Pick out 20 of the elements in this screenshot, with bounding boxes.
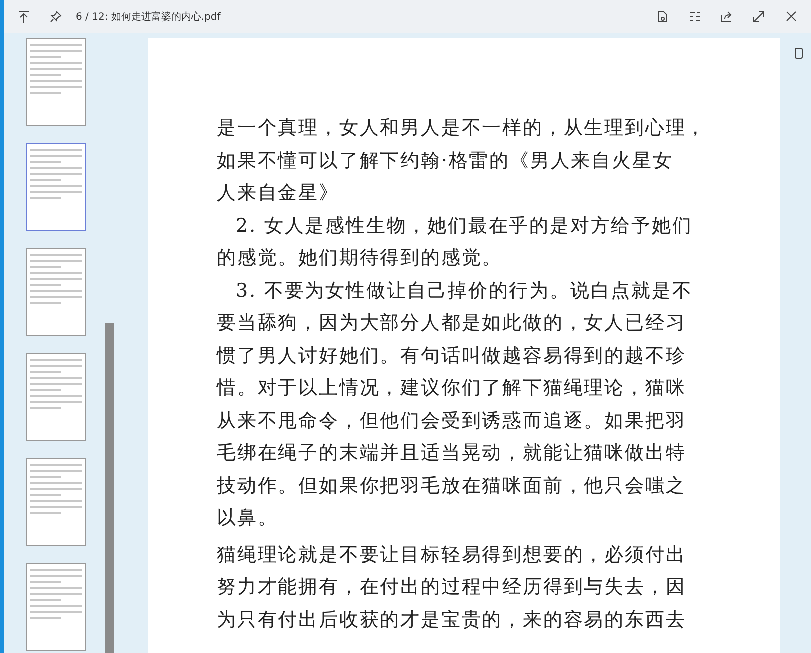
close-icon	[786, 11, 796, 22]
window-title: 6 / 12: 如何走进富婆的内心.pdf	[76, 10, 221, 24]
page-icon	[795, 48, 803, 59]
page-thumbnail[interactable]	[26, 248, 86, 336]
scrollbar-thumb[interactable]	[105, 323, 114, 653]
page-thumbnail[interactable]	[26, 38, 86, 126]
page-thumbnail[interactable]	[26, 458, 86, 546]
share-icon	[721, 10, 733, 22]
page-thumbnail[interactable]	[26, 143, 86, 231]
arrow-up-icon	[18, 10, 30, 22]
page-thumbnail[interactable]	[26, 353, 86, 441]
list-icon	[689, 10, 701, 22]
paragraph: 3. 不要为女性做让自己掉价的行为。说白点就是不 要当舔狗，因为大部分人都是如此做的，女人已经习 惯了男人讨好她们。有句话叫做越容易得到的越不珍 惜。对于以上情况，建议你们了解下猫绳理论，猫咪 从来不甩命令，但他们会受到诱惑而追逐。如果把羽 毛绑在绳子的末端并且适当晃动，就能让猫咪做出特 技动作。但如果你把羽毛放在猫咪面前，他只会嗤之 以鼻。	[217, 278, 694, 531]
paragraph: 猫绳理论就是不要让目标轻易得到想要的，必须付出 努力才能拥有，在付出的过程中经历得到与失去，因 为只有付出后收获的才是宝贵的，来的容易的东西去	[217, 542, 688, 632]
expand-icon	[753, 10, 765, 22]
document-sound-icon	[657, 10, 669, 22]
paragraph: 2. 女人是感性生物，她们最在乎的是对方给予她们 的感觉。她们期待得到的感觉。	[217, 214, 694, 271]
pin-icon	[50, 10, 62, 22]
paragraph: 是一个真理，女人和男人是不一样的，从生理到心理， 如果不懂可以了解下约翰·格雷的《男人来自火星女 人来自金星》	[217, 116, 708, 206]
page-thumbnail[interactable]	[26, 563, 86, 651]
